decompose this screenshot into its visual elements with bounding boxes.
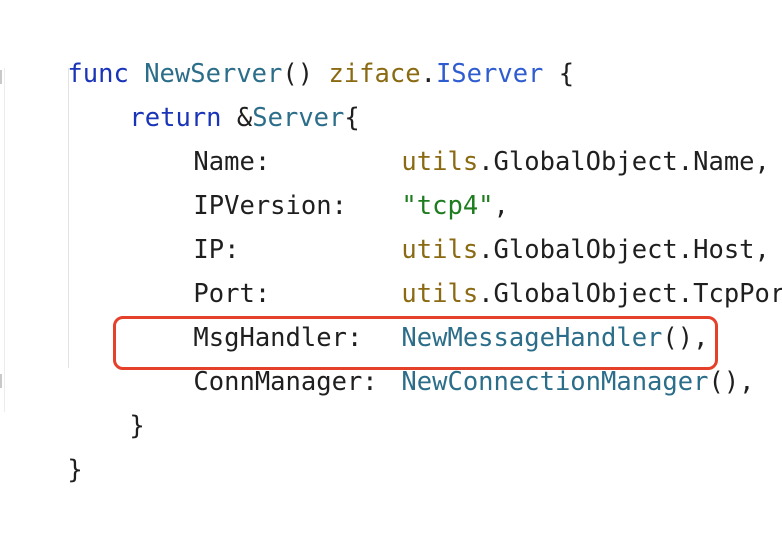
function-call: NewConnectionManager <box>401 367 709 397</box>
close-brace: } <box>129 411 145 441</box>
code-line-field-value: "tcp4", <box>401 191 509 221</box>
code-line-field-value: utils.GlobalObject.Host, <box>401 235 770 265</box>
close-brace: } <box>67 455 83 485</box>
fold-marker[interactable] <box>0 70 2 84</box>
interface-name: IServer <box>435 59 544 89</box>
code-line-field-port[interactable]: Port: <box>132 228 270 309</box>
code-line-field-value: NewMessageHandler(), <box>401 323 709 353</box>
indent-guide <box>4 68 5 412</box>
code-line-field-msghandler[interactable]: MsgHandler: <box>132 272 362 353</box>
code-line-field-value: utils.GlobalObject.Name, <box>401 147 770 177</box>
fold-marker[interactable] <box>0 374 2 388</box>
code-editor[interactable]: func NewServer() ziface.IServer { return… <box>0 8 782 485</box>
code-line-field-name[interactable]: Name: <box>132 96 270 177</box>
code-line-close-outer[interactable]: } <box>6 404 82 485</box>
highlight-annotation-box <box>113 316 718 370</box>
code-line-func-signature[interactable]: func NewServer() ziface.IServer { <box>6 8 574 89</box>
code-line-return[interactable]: return &Server{ <box>68 52 359 133</box>
open-brace: { <box>558 59 575 89</box>
code-line-field-value: utils.GlobalObject.TcpPort, <box>401 279 782 309</box>
code-line-field-ip[interactable]: IP: <box>132 184 239 265</box>
code-line-field-ipversion[interactable]: IPVersion: <box>132 140 347 221</box>
